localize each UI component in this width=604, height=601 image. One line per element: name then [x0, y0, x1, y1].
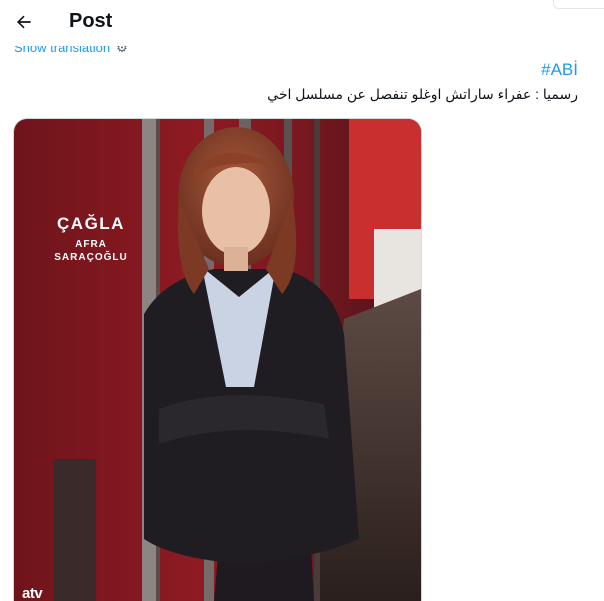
post-text: رسميا : عفراء ساراتش اوغلو تنفصل عن مسلس…	[267, 86, 578, 102]
post-media-image[interactable]: ÇAĞLA AFRA SARAÇOĞLU atv	[13, 118, 422, 601]
actor-name: AFRA SARAÇOĞLU	[54, 239, 128, 263]
back-button[interactable]	[8, 6, 40, 38]
character-name-overlay: ÇAĞLA AFRA SARAÇOĞLU	[41, 214, 141, 264]
header-action-button[interactable]	[553, 0, 604, 9]
channel-logo: atv	[22, 585, 43, 601]
character-first-name: ÇAĞLA	[57, 214, 125, 233]
poster-artwork	[14, 119, 421, 601]
hashtag-link[interactable]: #ABİ	[541, 60, 578, 80]
arrow-left-icon	[17, 15, 31, 29]
post-page: Post Show translation ⚙ #ABİ رسميا : عفرا…	[0, 0, 604, 601]
post-header: Post	[0, 0, 604, 46]
page-title: Post	[69, 10, 113, 32]
